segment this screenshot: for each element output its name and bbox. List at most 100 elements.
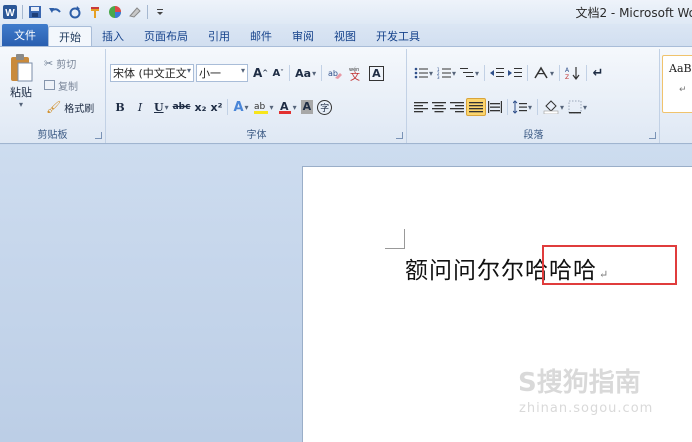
tab-file[interactable]: 文件 xyxy=(2,24,48,46)
paint-bucket-icon xyxy=(543,100,559,114)
tab-mailings[interactable]: 邮件 xyxy=(240,26,282,46)
font-color-button[interactable]: A xyxy=(276,98,299,116)
tab-review[interactable]: 审阅 xyxy=(282,26,324,46)
char-border-button[interactable]: A xyxy=(367,64,386,82)
chinese-layout-button[interactable] xyxy=(531,64,556,82)
format-painter-label: 格式刷 xyxy=(64,103,95,115)
ribbon-tabs: 文件 开始 插入 页面布局 引用 邮件 审阅 视图 开发工具 xyxy=(0,24,692,46)
font-row-1: 宋体 (中文正文 ▾ 小一 ▾ A^ Aˇ Aa ab wén文 A xyxy=(110,63,386,83)
shading-button[interactable] xyxy=(541,98,566,116)
eraser-icon[interactable] xyxy=(127,4,143,20)
undo-icon[interactable] xyxy=(47,4,63,20)
grow-font-button[interactable]: A ^ xyxy=(251,64,270,82)
font-launcher-icon[interactable] xyxy=(396,132,403,139)
tab-insert[interactable]: 插入 xyxy=(92,26,134,46)
highlight-color-button[interactable]: ab xyxy=(251,98,276,116)
paste-button[interactable]: 粘贴 ▾ xyxy=(6,53,36,109)
font-group: 宋体 (中文正文 ▾ 小一 ▾ A^ Aˇ Aa ab wén文 A B xyxy=(107,49,407,143)
format-painter-icon[interactable] xyxy=(87,4,103,20)
italic-button[interactable]: I xyxy=(132,98,148,116)
selection-highlight-box xyxy=(542,245,677,285)
shrink-font-button[interactable]: Aˇ xyxy=(270,64,286,82)
sort-button[interactable]: AZ xyxy=(563,64,583,82)
divider xyxy=(537,99,539,115)
clipboard-launcher-icon[interactable] xyxy=(95,132,102,139)
font-name-combo[interactable]: 宋体 (中文正文 ▾ xyxy=(110,64,194,82)
text-effect-icon: A xyxy=(233,99,244,115)
word-logo-icon[interactable]: W xyxy=(2,4,18,20)
phonetic-guide-icon: wén文 xyxy=(349,66,360,81)
line-spacing-icon xyxy=(513,100,527,114)
char-border-icon: A xyxy=(369,65,384,81)
svg-text:3: 3 xyxy=(437,75,440,80)
scissors-icon: ✂ xyxy=(44,56,54,70)
tab-view[interactable]: 视图 xyxy=(324,26,366,46)
ribbon: 粘贴 ▾ ✂ 剪切 复制 🖌 格式刷 剪贴板 宋体 (中文正文 ▾ 小一 ▾ A… xyxy=(0,46,692,144)
watermark-url: zhinan.sogou.com xyxy=(519,401,654,416)
text-effect-button[interactable]: A xyxy=(231,98,250,116)
align-center-button[interactable] xyxy=(430,98,448,116)
brush-icon: 🖌 xyxy=(46,100,62,114)
strikethrough-icon: abc xyxy=(172,102,191,112)
redo-icon[interactable] xyxy=(67,4,83,20)
color-circle-icon[interactable] xyxy=(107,4,123,20)
align-center-icon xyxy=(432,102,446,113)
underline-button[interactable]: U xyxy=(152,98,171,116)
change-case-button[interactable]: Aa xyxy=(293,64,318,82)
borders-button[interactable] xyxy=(566,98,589,116)
divider xyxy=(559,65,561,81)
clear-formatting-button[interactable]: ab xyxy=(325,64,345,82)
save-icon[interactable] xyxy=(27,4,43,20)
document-text: 额问问尔尔 xyxy=(405,258,525,284)
increase-indent-icon xyxy=(508,68,523,77)
strikethrough-button[interactable]: abc xyxy=(171,98,193,116)
char-shading-button[interactable]: A xyxy=(299,98,316,116)
bullets-button[interactable] xyxy=(412,64,435,82)
superscript-button[interactable]: x² xyxy=(208,98,224,116)
tab-page-layout[interactable]: 页面布局 xyxy=(134,26,198,46)
enclose-char-button[interactable]: 字 xyxy=(315,98,334,116)
tab-references[interactable]: 引用 xyxy=(198,26,240,46)
align-right-button[interactable] xyxy=(448,98,466,116)
align-left-icon xyxy=(414,102,428,113)
svg-text:W: W xyxy=(5,8,15,19)
decrease-indent-button[interactable] xyxy=(488,64,506,82)
document-workspace: 额问问尔尔哈哈哈 ↵ S搜狗指南 zhinan.sogou.com xyxy=(0,145,692,442)
align-left-button[interactable] xyxy=(412,98,430,116)
document-page[interactable]: 额问问尔尔哈哈哈 ↵ S搜狗指南 zhinan.sogou.com xyxy=(302,166,692,442)
subscript-button[interactable]: x₂ xyxy=(192,98,208,116)
enclose-char-icon: 字 xyxy=(317,99,333,115)
distribute-icon xyxy=(488,101,502,113)
bold-icon: B xyxy=(115,100,125,114)
copy-button[interactable]: 复制 xyxy=(44,75,78,95)
numbering-button[interactable]: 123 xyxy=(435,64,458,82)
phonetic-guide-button[interactable]: wén 文 xyxy=(345,64,367,82)
justify-button[interactable] xyxy=(466,98,486,116)
paragraph-launcher-icon[interactable] xyxy=(649,132,656,139)
show-marks-button[interactable]: ↵ xyxy=(590,64,606,82)
cut-button[interactable]: ✂ 剪切 xyxy=(44,53,76,73)
font-size-combo[interactable]: 小一 ▾ xyxy=(196,64,248,82)
font-name-value: 宋体 (中文正文 xyxy=(113,67,187,80)
line-spacing-button[interactable] xyxy=(511,98,534,116)
increase-indent-button[interactable] xyxy=(506,64,524,82)
divider xyxy=(484,65,486,81)
tab-developer[interactable]: 开发工具 xyxy=(366,26,430,46)
svg-text:A: A xyxy=(565,67,570,74)
bold-button[interactable]: B xyxy=(112,98,128,116)
sort-icon: AZ xyxy=(565,67,580,80)
bullet-list-icon xyxy=(414,67,428,79)
format-painter-button[interactable]: 🖌 格式刷 xyxy=(46,97,94,117)
multilevel-list-button[interactable] xyxy=(458,64,481,82)
cut-label: 剪切 xyxy=(56,59,77,71)
paste-dropdown-icon[interactable]: ▾ xyxy=(19,100,23,109)
customize-menu-icon[interactable] xyxy=(152,4,168,20)
distribute-button[interactable] xyxy=(486,98,504,116)
tab-home[interactable]: 开始 xyxy=(48,26,92,46)
divider xyxy=(507,99,508,115)
change-case-icon: Aa xyxy=(295,66,312,80)
pilcrow-icon: ↵ xyxy=(679,85,687,95)
decrease-indent-icon xyxy=(490,68,505,77)
subscript-icon: x₂ xyxy=(194,100,207,114)
style-normal-preview[interactable]: AaB ↵ xyxy=(662,55,692,113)
